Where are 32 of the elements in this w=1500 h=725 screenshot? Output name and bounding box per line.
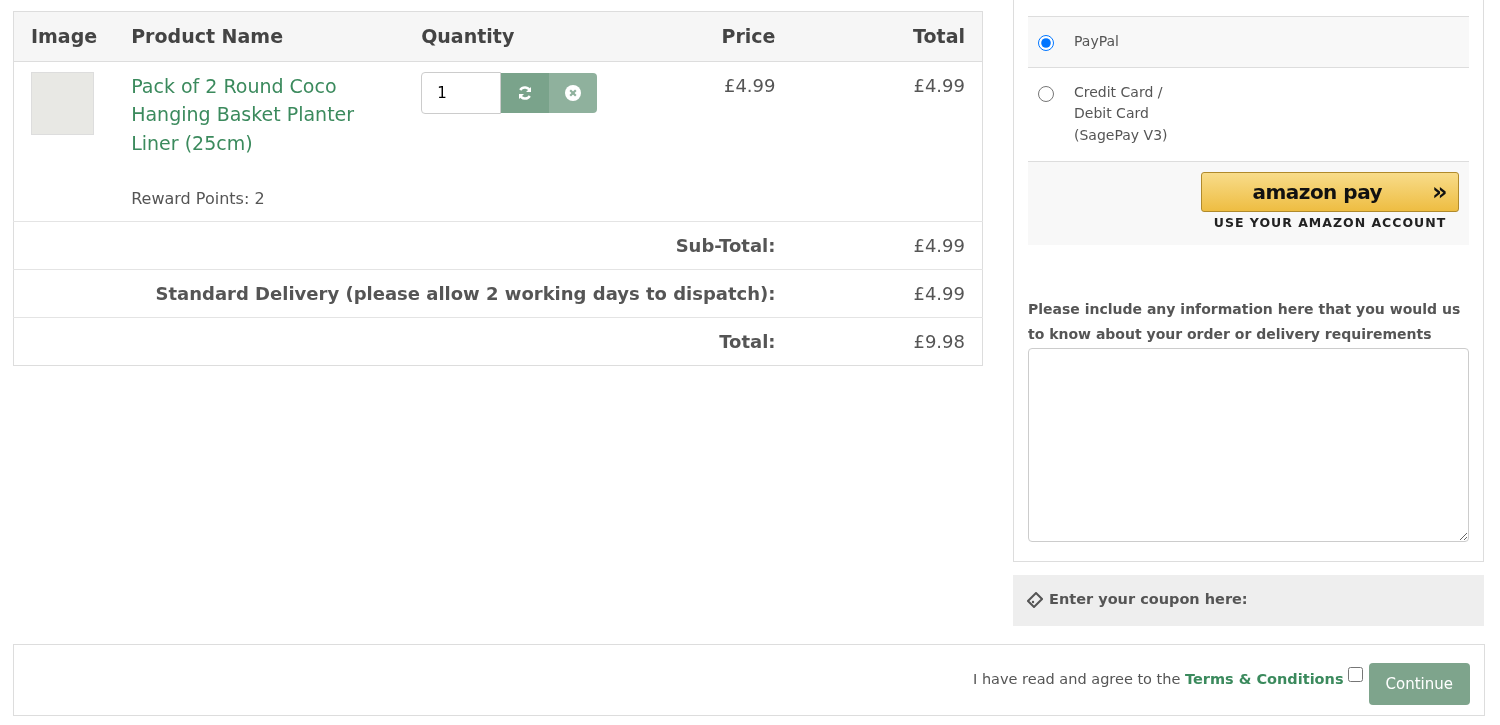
comment-label: Please include any information here that you would us to know about your order or delivery requirements xyxy=(1028,299,1462,345)
total-cell: £4.99 xyxy=(792,61,983,222)
column-header: Price xyxy=(624,11,793,61)
agree-checkbox[interactable] xyxy=(1347,667,1363,682)
comment-field[interactable] xyxy=(1028,348,1469,543)
totals-value: £4.99 xyxy=(792,269,983,318)
totals-value: £9.98 xyxy=(792,317,983,366)
remove-button[interactable] xyxy=(549,72,598,113)
product-photo-placeholder xyxy=(31,71,94,135)
refresh-button[interactable] xyxy=(501,72,550,113)
coupon-toggle[interactable]: Enter your coupon here: xyxy=(1013,574,1484,626)
totals-label: Sub-Total: xyxy=(13,221,793,270)
quantity-field[interactable]: 1 xyxy=(421,71,502,114)
price-cell: £4.99 xyxy=(624,61,793,222)
column-header: Quantity xyxy=(404,11,625,61)
payment-radio[interactable] xyxy=(1038,85,1054,102)
terms-link[interactable]: Terms & Conditions xyxy=(1185,671,1344,688)
payment-radio[interactable] xyxy=(1038,35,1054,51)
close-icon xyxy=(565,84,582,101)
totals-label: Total: xyxy=(13,317,793,366)
totals-label: Standard Delivery (please allow 2 working days to dispatch): xyxy=(13,269,793,318)
reward-points: Reward Points: 2 xyxy=(131,188,266,210)
agree-text: I have read and agree to the Terms & Conditions xyxy=(973,670,1344,690)
refresh-icon xyxy=(517,84,534,101)
payment-method-label: PayPal xyxy=(1074,32,1119,51)
column-header: Total xyxy=(792,11,983,61)
product-name-link[interactable]: Pack of 2 Round Coco Hanging Basket Planter Liner (25cm) xyxy=(131,71,372,157)
ticket-icon xyxy=(1027,592,1043,609)
column-header: Image xyxy=(13,11,115,61)
totals-value: £4.99 xyxy=(792,221,983,270)
column-header: Product Name xyxy=(114,11,405,61)
payment-method-label: Credit Card / Debit Card (SagePay V3) xyxy=(1074,82,1168,146)
